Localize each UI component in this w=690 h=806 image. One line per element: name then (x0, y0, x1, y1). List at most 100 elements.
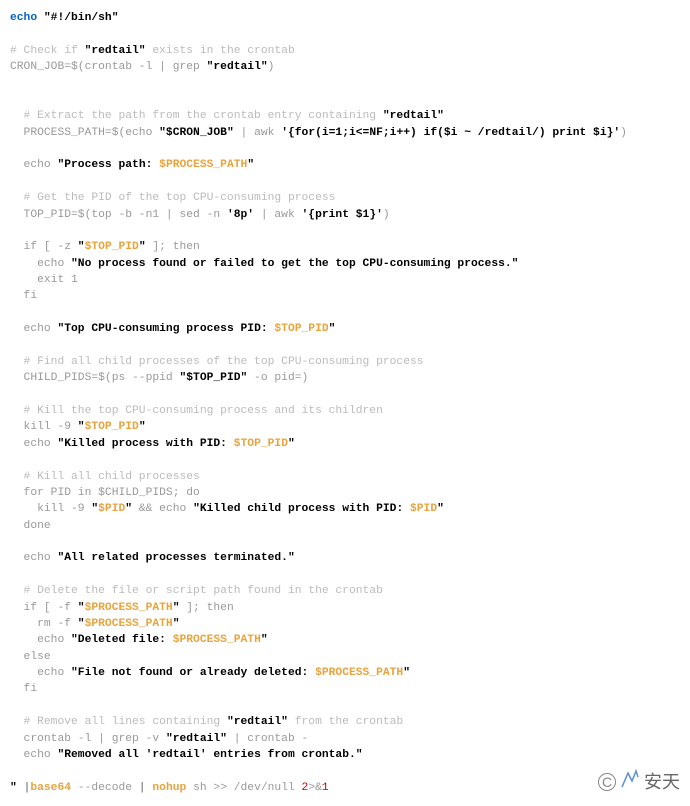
code-token: rm -f (10, 618, 78, 630)
code-token: "Deleted file: (71, 634, 173, 646)
code-token: --decode (71, 782, 139, 794)
code-token: if [ -f (10, 602, 78, 614)
code-token: $PROCESS_PATH (159, 159, 247, 171)
code-token: echo (10, 667, 71, 679)
code-token: exists in the crontab (146, 45, 295, 57)
code-token: done (10, 520, 51, 532)
code-token: "#!/bin/sh" (44, 12, 119, 24)
code-token: "redtail" (207, 61, 268, 73)
code-token: "Killed child process with PID: (193, 503, 410, 515)
code-token: " (288, 438, 295, 450)
code-token: fi (10, 290, 37, 302)
code-token: fi (10, 683, 37, 695)
code-token: | awk (234, 127, 281, 139)
code-token: ) (620, 127, 627, 139)
code-token: $PROCESS_PATH (85, 618, 173, 630)
code-token: # Delete the file or script path found i… (10, 585, 383, 597)
code-token: $PROCESS_PATH (315, 667, 403, 679)
code-token: "Removed all 'redtail' entries from cron… (57, 749, 362, 761)
code-token: for PID in $CHILD_PIDS; do (10, 487, 200, 499)
code-token: 2 (302, 782, 309, 794)
code-token: " (78, 618, 85, 630)
code-token: PROCESS_PATH=$(echo (10, 127, 159, 139)
code-token: "Process path: (57, 159, 159, 171)
code-token: echo (10, 159, 57, 171)
code-token: echo (10, 634, 71, 646)
code-token: "$CRON_JOB" (159, 127, 234, 139)
code-token: # Kill all child processes (10, 471, 200, 483)
code-token: nohup (152, 782, 186, 794)
code-token: " (173, 618, 180, 630)
code-token: 1 (322, 782, 329, 794)
code-token: $PID (98, 503, 125, 515)
code-token: # Check if (10, 45, 85, 57)
code-token: exit 1 (10, 274, 78, 286)
code-token: $PROCESS_PATH (173, 634, 261, 646)
code-token: # Get the PID of the top CPU-consuming p… (10, 192, 335, 204)
code-token: kill -9 (10, 421, 78, 433)
code-token: echo (10, 12, 37, 24)
code-token: crontab -l | grep -v (10, 733, 166, 745)
code-block: echo "#!/bin/sh" # Check if "redtail" ex… (10, 10, 680, 796)
code-token: | crontab - (227, 733, 308, 745)
code-token: CRON_JOB=$(crontab -l | grep (10, 61, 207, 73)
code-token: "File not found or already deleted: (71, 667, 315, 679)
code-token: TOP_PID=$(top -b -n1 | sed -n (10, 209, 227, 221)
code-token: if [ -z (10, 241, 78, 253)
code-token: $TOP_PID (234, 438, 288, 450)
code-token: from the crontab (288, 716, 403, 728)
code-token: # Kill the top CPU-consuming process and… (10, 405, 383, 417)
code-token: CHILD_PIDS=$(ps --ppid (10, 372, 179, 384)
code-token: # Extract the path from the crontab entr… (10, 110, 383, 122)
code-token: $TOP_PID (274, 323, 328, 335)
code-token: " (403, 667, 410, 679)
code-token: " (329, 323, 336, 335)
code-token: $PID (410, 503, 437, 515)
code-token: '8p' (227, 209, 254, 221)
code-token: $PROCESS_PATH (85, 602, 173, 614)
code-token: base64 (30, 782, 71, 794)
watermark-logo-icon (620, 769, 640, 796)
code-token: "$TOP_PID" (179, 372, 247, 384)
code-token: && echo (132, 503, 193, 515)
code-token: echo (10, 749, 57, 761)
code-token: $TOP_PID (85, 241, 139, 253)
code-token: # Remove all lines containing (10, 716, 227, 728)
code-token: ]; then (180, 602, 234, 614)
code-token: echo (10, 258, 71, 270)
code-token: " (139, 421, 146, 433)
code-token: echo (10, 323, 57, 335)
code-token: "redtail" (166, 733, 227, 745)
code-token: " (173, 602, 180, 614)
code-token: "No process found or failed to get the t… (71, 258, 518, 270)
code-token: sh >> /dev/null (186, 782, 301, 794)
code-token: echo (10, 552, 57, 564)
code-token: " (247, 159, 254, 171)
code-token: '{for(i=1;i<=NF;i++) if($i ~ /redtail/) … (281, 127, 620, 139)
code-token: echo (10, 438, 57, 450)
code-token: ]; then (146, 241, 200, 253)
code-token: else (10, 651, 51, 663)
code-token: " (78, 421, 85, 433)
code-token: >& (308, 782, 322, 794)
code-token: kill -9 (10, 503, 91, 515)
code-token: | (139, 782, 153, 794)
code-token: "redtail" (85, 45, 146, 57)
code-token: ) (268, 61, 275, 73)
code-token: ) (383, 209, 390, 221)
code-token: "redtail" (227, 716, 288, 728)
watermark-text: 安天 (644, 769, 680, 795)
code-token: $TOP_PID (85, 421, 139, 433)
code-token: '{print $1}' (302, 209, 383, 221)
code-token: " (437, 503, 444, 515)
code-token: "Killed process with PID: (57, 438, 233, 450)
code-token: -o pid=) (247, 372, 308, 384)
code-token: " (139, 241, 146, 253)
code-token: | (24, 782, 31, 794)
code-token: | awk (254, 209, 301, 221)
watermark: C 安天 (598, 769, 680, 796)
code-token: " (261, 634, 268, 646)
code-token: " (78, 602, 85, 614)
code-token (37, 12, 44, 24)
code-token: " (10, 782, 24, 794)
